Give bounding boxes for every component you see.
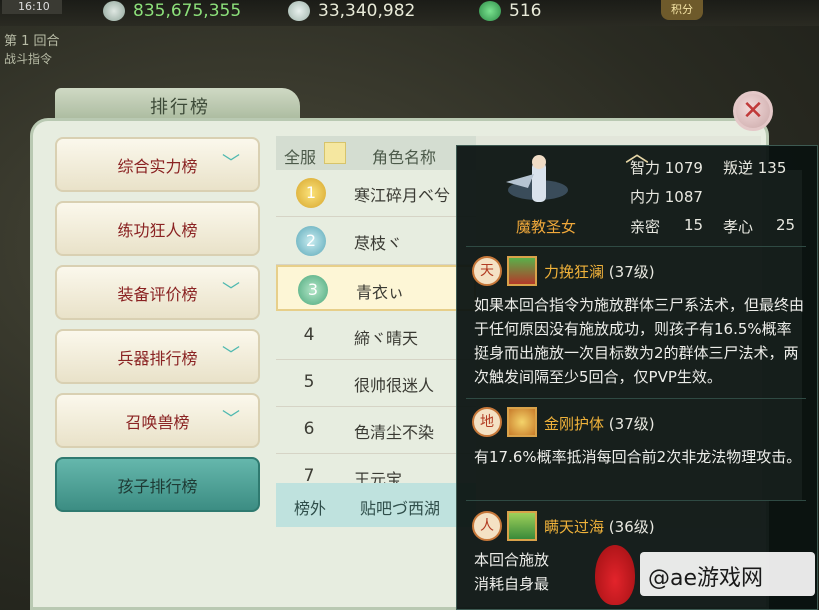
close-button[interactable]: ✕: [733, 91, 773, 131]
name-column-header: 角色名称: [372, 148, 437, 167]
player-name: 青衣ぃ: [356, 283, 405, 302]
scope-dropdown[interactable]: [324, 142, 346, 164]
skill-portrait-icon: [507, 256, 537, 286]
player-name: 荩枝ヾ: [354, 234, 403, 253]
player-name: 寒江碎月ベ兮: [354, 186, 451, 205]
table-row[interactable]: 6 色清尘不染: [276, 407, 476, 454]
points-badge[interactable]: 积分: [661, 0, 703, 20]
skill-title: 金刚护体 (37级): [544, 413, 655, 434]
skill-name: 力挽狂澜: [544, 263, 605, 281]
table-row[interactable]: 4 締ヾ晴天: [276, 313, 476, 360]
menu-comprehensive-power[interactable]: 综合实力榜 ﹀: [55, 137, 260, 192]
top-resource-bar: 16:10 835,675,355 33,340,982 516 积分: [0, 0, 819, 26]
child-avatar: [506, 155, 568, 202]
heaven-skill-icon: 天: [472, 256, 502, 286]
earth-skill-icon: 地: [472, 407, 502, 437]
menu-label: 练功狂人榜: [117, 220, 198, 240]
menu-label: 兵器排行榜: [117, 348, 198, 368]
player-name: 締ヾ晴天: [354, 329, 419, 348]
player-name: 很帅很迷人: [354, 376, 435, 395]
skill-description: 如果本回合指令为施放群体三尸系法术，但最终由于任何原因没有施放成功，则孩子有16…: [474, 296, 805, 386]
human-skill-icon: 人: [472, 511, 502, 541]
jade-plus-icon: [479, 1, 501, 21]
player-name: 色清尘不染: [354, 423, 435, 442]
jade-resource[interactable]: 516: [479, 0, 541, 22]
table-row[interactable]: 2 荩枝ヾ: [276, 218, 476, 265]
divider: [466, 500, 806, 501]
battle-command-label[interactable]: 战斗指令: [4, 50, 52, 67]
divider: [466, 246, 806, 247]
skill-portrait-icon: [507, 511, 537, 541]
menu-label: 孩子排行榜: [117, 476, 198, 496]
menu-equipment[interactable]: 装备评价榜 ﹀: [55, 265, 260, 320]
stat-filial-label: 孝心: [723, 218, 754, 236]
round-counter: 第 1 回合: [4, 34, 60, 49]
skill-level: (37级): [608, 415, 655, 433]
cash-resource[interactable]: 33,340,982: [288, 0, 415, 22]
menu-weapons[interactable]: 兵器排行榜 ﹀: [55, 329, 260, 384]
stat-intimacy-label: 亲密: [630, 218, 661, 236]
skill-level: (36级): [608, 518, 655, 536]
table-row-selected[interactable]: 3 青衣ぃ: [276, 265, 476, 311]
skill-description: 有17.6%概率抵消每回合前2次非龙法物理攻击。: [474, 448, 802, 466]
cash-plus-icon: [288, 1, 310, 21]
skill-level: (37级): [608, 263, 655, 281]
watermark-logo-icon: [595, 545, 635, 605]
stat-filial-value: 25: [776, 216, 796, 234]
chevron-down-icon: ﹀: [222, 409, 240, 430]
chevron-down-icon: ﹀: [222, 345, 240, 366]
stat-rebellion: 叛逆 135: [723, 159, 787, 177]
scope-label: 全服: [284, 148, 317, 167]
watermark-text: @ae游戏网: [648, 566, 764, 591]
chevron-down-icon: ﹀: [222, 281, 240, 302]
own-name: 贴吧づ西湖: [360, 499, 441, 518]
skill-name: 金刚护体: [544, 415, 605, 433]
panel-title: 排行榜: [150, 97, 210, 118]
skill-title: 力挽狂澜 (37级): [544, 261, 655, 282]
skill-title: 瞒天过海 (36级): [544, 516, 655, 537]
menu-label: 召唤兽榜: [125, 412, 190, 432]
stat-intelligence: 智力 1079: [630, 159, 703, 177]
bronze-medal-icon: 3: [298, 275, 328, 305]
silver-coin-icon: [103, 1, 125, 21]
menu-label: 综合实力榜: [117, 156, 198, 176]
own-rank: 榜外: [294, 499, 327, 518]
menu-summon-beast[interactable]: 召唤兽榜 ﹀: [55, 393, 260, 448]
skill-name: 瞒天过海: [544, 518, 605, 536]
ranking-table: 全服 角色名称 1 寒江碎月ベ兮 2 荩枝ヾ 3 青衣ぃ 4 締ヾ晴天 5 很帅…: [276, 136, 476, 528]
menu-training[interactable]: 练功狂人榜: [55, 201, 260, 256]
gold-medal-icon: 1: [296, 178, 326, 208]
stat-inner-power: 内力 1087: [630, 188, 703, 206]
chevron-down-icon: ﹀: [222, 153, 240, 174]
own-rank-row: 榜外 贴吧づ西湖: [276, 483, 476, 527]
divider: [466, 398, 806, 399]
silver-amount: 835,675,355: [133, 1, 242, 21]
table-row[interactable]: 5 很帅很迷人: [276, 360, 476, 407]
cash-amount: 33,340,982: [318, 1, 416, 21]
menu-label: 装备评价榜: [117, 284, 198, 304]
jade-amount: 516: [509, 1, 542, 21]
table-header: 全服 角色名称: [276, 136, 476, 170]
rank-number: 6: [303, 419, 315, 439]
skill-portrait-icon: [507, 407, 537, 437]
stat-intimacy-value: 15: [684, 216, 704, 234]
child-name: 魔教圣女: [516, 218, 577, 236]
menu-children[interactable]: 孩子排行榜: [55, 457, 260, 512]
clock: 16:10: [2, 0, 62, 14]
silver-resource: 835,675,355: [103, 0, 241, 22]
silver-medal-icon: 2: [296, 226, 326, 256]
table-row[interactable]: 1 寒江碎月ベ兮: [276, 170, 476, 217]
rank-number: 5: [303, 372, 315, 392]
rank-number: 4: [303, 325, 315, 345]
